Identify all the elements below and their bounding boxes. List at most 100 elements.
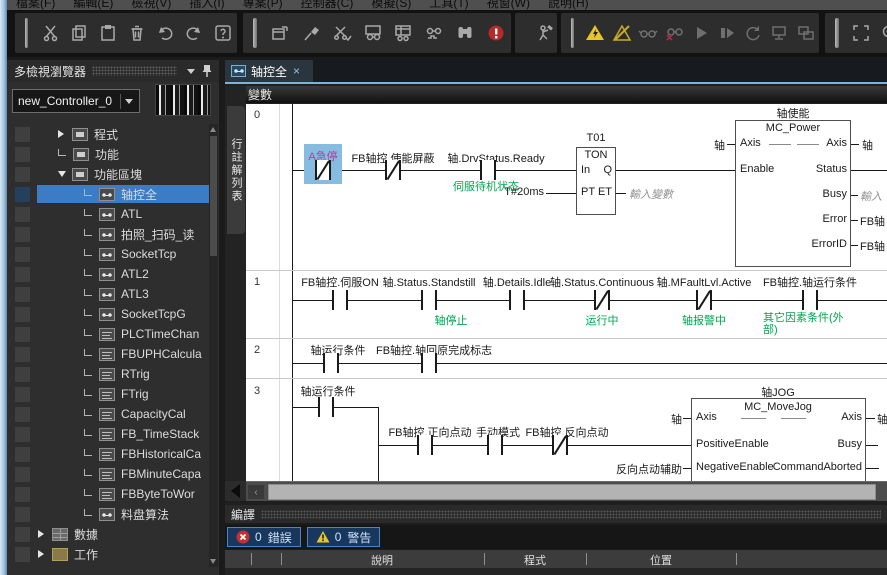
timer-instance[interactable]: T01	[587, 132, 606, 144]
no-contact[interactable]	[417, 435, 433, 455]
menu-help[interactable]: 說明(H)	[548, 0, 589, 4]
tree-item[interactable]: SocketTcpG	[7, 304, 219, 324]
build-hammer-icon[interactable]	[299, 20, 324, 46]
no-contact[interactable]	[480, 160, 496, 180]
rung-number[interactable]: 3	[254, 385, 260, 397]
errors-badge[interactable]: 0 錯誤	[227, 527, 301, 547]
expander-collapsed-icon[interactable]	[58, 130, 72, 138]
tree-item-function-blocks[interactable]: 功能區塊	[7, 164, 219, 184]
menu-controller[interactable]: 控制器(C)	[301, 0, 354, 4]
tab-axis-control[interactable]: 轴控全 ×	[225, 60, 313, 82]
contact-operand[interactable]: FB轴控.伺服ON	[301, 274, 379, 290]
tree-item[interactable]: FB_TimeStack	[7, 424, 219, 444]
controller-2-icon[interactable]	[796, 20, 816, 46]
nc-contact[interactable]	[696, 290, 712, 310]
menu-file[interactable]: 檔案(F)	[16, 0, 55, 4]
tree-item[interactable]: FTrig	[7, 384, 219, 404]
tree-item[interactable]: ATL	[7, 204, 219, 224]
tree-item-axis-control[interactable]: 轴控全	[7, 184, 219, 204]
warnings-badge[interactable]: 0 警告	[307, 527, 381, 547]
expander-collapsed-icon[interactable]	[38, 530, 52, 538]
error-operand[interactable]: FB轴	[860, 213, 885, 229]
controller-selector[interactable]: new_Controller_0	[12, 89, 140, 113]
tree-item[interactable]: FBMinuteCapa	[7, 464, 219, 484]
menu-edit[interactable]: 編輯(E)	[73, 0, 113, 4]
window-icon[interactable]	[268, 20, 293, 46]
no-contact[interactable]	[323, 353, 339, 373]
contact-operand[interactable]: 轴.Status.Standstill	[383, 274, 476, 290]
step-icon[interactable]	[717, 20, 737, 46]
errorid-operand[interactable]: FB轴	[860, 238, 885, 254]
scrollbar-thumb[interactable]	[210, 136, 217, 256]
tree-item[interactable]: ATL2	[7, 264, 219, 284]
menu-project[interactable]: 專案(P)	[243, 0, 283, 4]
pin-icon[interactable]	[199, 63, 215, 79]
tree-item[interactable]: 拍照_扫码_读	[7, 224, 219, 244]
tree-item[interactable]: CapacityCal	[7, 404, 219, 424]
search-icon[interactable]	[453, 20, 478, 46]
chevron-down-icon[interactable]	[183, 63, 199, 79]
cut-icon[interactable]	[39, 20, 62, 46]
sync-icon[interactable]	[743, 20, 763, 46]
tree-item[interactable]: 料盘算法	[7, 504, 219, 524]
delete-icon[interactable]	[125, 20, 148, 46]
contact-operand[interactable]: 轴.Status.Continuous	[550, 274, 654, 290]
sidebar-scrollbar[interactable]	[209, 124, 218, 567]
safety-warning-icon[interactable]	[585, 20, 605, 46]
et-operand-placeholder[interactable]: 輸入變數	[629, 186, 673, 202]
watch-window-icon[interactable]	[360, 20, 385, 46]
help-icon[interactable]	[211, 20, 234, 46]
menu-tools[interactable]: 工具(T)	[429, 0, 468, 4]
no-contact[interactable]	[509, 290, 525, 310]
tree-item[interactable]: PLCTimeChan	[7, 324, 219, 344]
no-contact[interactable]	[421, 353, 437, 373]
fb-instance[interactable]: 轴使能	[777, 105, 810, 121]
rung-number[interactable]: 1	[254, 276, 260, 288]
expander-collapsed-icon[interactable]	[38, 550, 52, 558]
scroll-up-icon[interactable]	[210, 127, 216, 132]
expander-expanded-icon[interactable]	[58, 171, 72, 177]
close-icon[interactable]: ×	[293, 64, 300, 78]
axis-out-operand[interactable]: 轴	[862, 137, 873, 153]
nc-contact[interactable]	[315, 160, 331, 180]
rung-number[interactable]: 2	[254, 344, 260, 356]
diff-monitor-icon[interactable]	[422, 20, 447, 46]
no-contact[interactable]	[318, 397, 334, 417]
run-icon[interactable]	[690, 20, 710, 46]
contact-operand[interactable]: 轴.MFaultLvl.Active	[657, 274, 752, 290]
tree-item[interactable]: FBByteToWor	[7, 484, 219, 504]
tree-item-programs[interactable]: 程式	[7, 124, 219, 144]
scroll-left-icon[interactable]: ‹	[248, 485, 264, 499]
zoom-fit-icon[interactable]	[850, 20, 873, 46]
menu-simulation[interactable]: 模擬(S)	[371, 0, 411, 4]
no-contact[interactable]	[487, 435, 503, 455]
safety-off-icon[interactable]	[611, 20, 631, 46]
axis-in-operand[interactable]: 轴	[714, 137, 725, 153]
no-contact[interactable]	[421, 290, 437, 310]
contact-operand[interactable]: FB轴控.轴运行条件	[763, 274, 857, 290]
tree-item[interactable]: RTrig	[7, 364, 219, 384]
controller-1-icon[interactable]	[769, 20, 789, 46]
contact-operand[interactable]: 轴.Details.Idle	[483, 274, 551, 290]
abort-icon[interactable]	[483, 20, 508, 46]
tree-item-tasks[interactable]: 工作	[7, 544, 219, 564]
tree-item-functions[interactable]: 功能	[7, 144, 219, 164]
undo-icon[interactable]	[154, 20, 177, 46]
scrollbar-thumb[interactable]	[268, 484, 876, 500]
contact-operand[interactable]: 轴.DrvStatus.Ready	[447, 150, 544, 166]
menu-view[interactable]: 檢視(V)	[131, 0, 171, 4]
online-edit-icon[interactable]	[536, 20, 556, 46]
monitor-glasses-icon[interactable]	[638, 20, 658, 46]
horizontal-scrollbar[interactable]: ‹	[246, 481, 887, 501]
paste-icon[interactable]	[97, 20, 120, 46]
no-contact[interactable]	[802, 290, 818, 310]
pt-operand[interactable]: T#20ms	[504, 186, 544, 198]
collapse-strip-button[interactable]	[225, 481, 246, 501]
tree-item[interactable]: FBHistoricalCa	[7, 444, 219, 464]
rung-comment-list-tab[interactable]: 行註解列表	[227, 106, 245, 234]
cut-rung-icon[interactable]	[329, 20, 354, 46]
axis-in-operand[interactable]: 轴	[671, 411, 682, 427]
tree-item[interactable]: SocketTcp	[7, 244, 219, 264]
nc-contact[interactable]	[385, 160, 401, 180]
tree-item-data[interactable]: 數據	[7, 524, 219, 544]
